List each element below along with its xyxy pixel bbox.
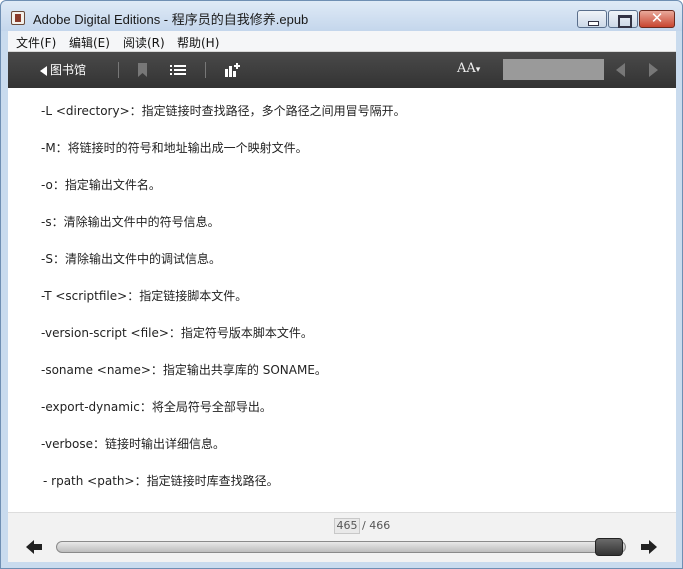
search-input[interactable] xyxy=(503,59,604,80)
text-line: -export-dynamic：将全局符号全部导出。 xyxy=(41,400,272,414)
app-window: Adobe Digital Editions - 程序员的自我修养.epub ✕… xyxy=(0,0,683,569)
library-label: 图书馆 xyxy=(50,63,87,77)
font-size-label: AA xyxy=(457,61,476,76)
font-size-icon[interactable]: AA▾ xyxy=(457,61,480,76)
toolbar: 图书馆 AA▾ xyxy=(8,52,676,88)
current-page-input[interactable]: 465 xyxy=(334,518,360,534)
close-button[interactable]: ✕ xyxy=(639,9,675,28)
text-line: -S：清除输出文件中的调试信息。 xyxy=(41,252,221,266)
back-arrow-icon xyxy=(40,65,47,76)
toolbar-separator xyxy=(118,62,119,78)
toc-list-icon[interactable] xyxy=(169,61,187,79)
toolbar-separator xyxy=(205,62,206,78)
menu-bar: 文件(F) 编辑(E) 阅读(R) 帮助(H) xyxy=(8,31,676,52)
text-line: -verbose：链接时输出详细信息。 xyxy=(41,437,226,451)
text-line: -version-script <file>：指定符号版本脚本文件。 xyxy=(41,326,313,340)
prev-page-icon[interactable] xyxy=(616,63,625,77)
window-title: Adobe Digital Editions - 程序员的自我修养.epub xyxy=(33,12,309,27)
reading-pane[interactable]: -L <directory>：指定链接时查找路径，多个路径之间用冒号隔开。 -M… xyxy=(8,88,676,512)
maximize-button[interactable] xyxy=(608,10,638,28)
add-view-icon[interactable] xyxy=(223,61,241,79)
title-bar[interactable]: Adobe Digital Editions - 程序员的自我修养.epub ✕ xyxy=(1,1,682,31)
text-line: -o：指定输出文件名。 xyxy=(41,178,161,192)
text-line: -soname <name>：指定输出共享库的 SONAME。 xyxy=(41,363,327,377)
app-icon xyxy=(11,11,25,25)
text-line: -L <directory>：指定链接时查找路径，多个路径之间用冒号隔开。 xyxy=(41,104,406,118)
next-page-icon[interactable] xyxy=(649,63,658,77)
arrow-right-icon[interactable] xyxy=(640,538,658,556)
text-line: -s：清除输出文件中的符号信息。 xyxy=(41,215,220,229)
text-line: -M：将链接时的符号和地址输出成一个映射文件。 xyxy=(41,141,308,155)
menu-help[interactable]: 帮助(H) xyxy=(177,34,219,51)
minimize-button[interactable] xyxy=(577,10,607,28)
text-line: -T <scriptfile>：指定链接脚本文件。 xyxy=(41,289,248,303)
bookmark-icon[interactable] xyxy=(134,61,152,79)
close-icon: ✕ xyxy=(650,9,664,27)
library-button[interactable]: 图书馆 xyxy=(40,61,86,78)
page-navigation-bar: 465 / 466 xyxy=(8,512,676,562)
total-pages: / 466 xyxy=(362,519,391,532)
text-line: - rpath <path>：指定链接时库查找路径。 xyxy=(43,474,279,488)
page-slider-track[interactable] xyxy=(56,541,626,553)
page-slider-thumb[interactable] xyxy=(594,538,623,556)
menu-edit[interactable]: 编辑(E) xyxy=(69,34,110,51)
menu-read[interactable]: 阅读(R) xyxy=(123,34,165,51)
arrow-left-icon[interactable] xyxy=(25,538,43,556)
menu-file[interactable]: 文件(F) xyxy=(16,34,56,51)
